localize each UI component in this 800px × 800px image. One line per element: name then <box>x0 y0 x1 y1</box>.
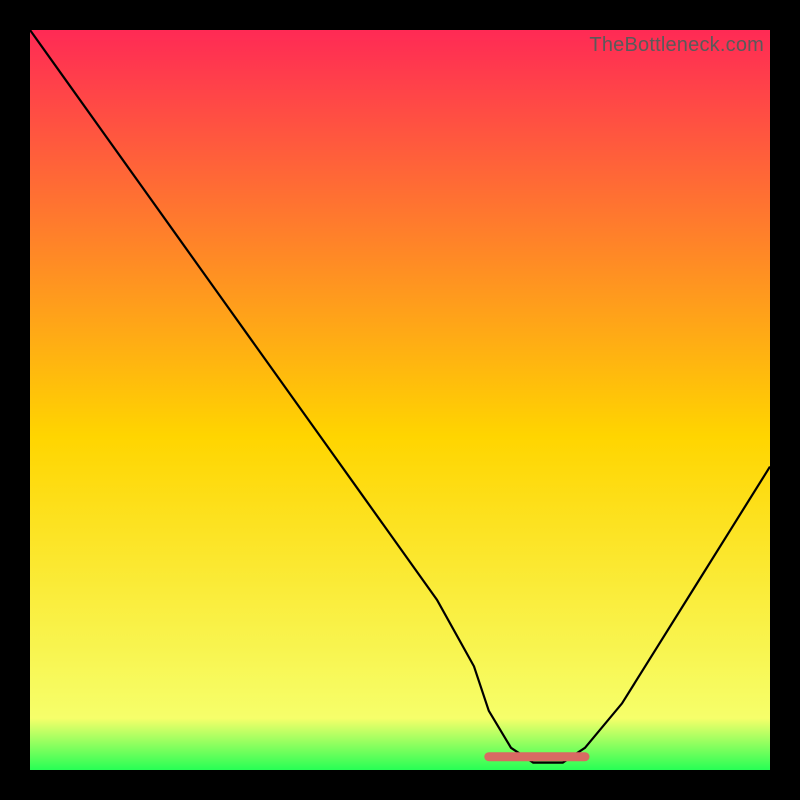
gradient-bg <box>30 30 770 770</box>
watermark-text: TheBottleneck.com <box>589 34 764 57</box>
chart-frame: TheBottleneck.com <box>30 30 770 770</box>
bottleneck-chart <box>30 30 770 770</box>
